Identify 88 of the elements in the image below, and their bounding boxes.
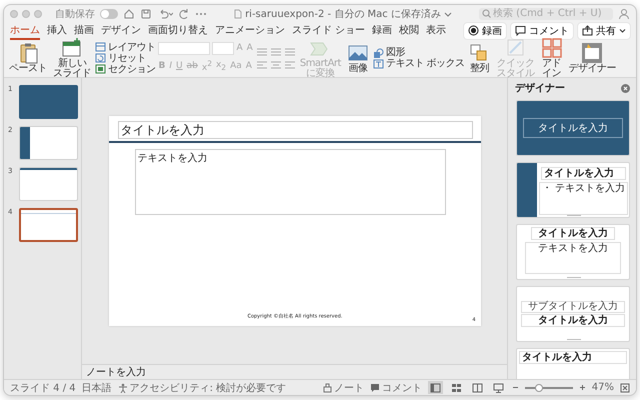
reading-view-button[interactable] [470, 381, 485, 394]
card-title: タイトルを入力 [521, 314, 625, 327]
card-text: テキストを入力 [525, 242, 621, 274]
language-label[interactable]: 日本語 [82, 380, 112, 394]
reset-icon [95, 53, 106, 63]
card-title: タイトルを入力 [523, 118, 623, 138]
comment-icon [370, 382, 380, 392]
layout-button[interactable]: レイアウト [95, 42, 156, 52]
notes-icon [322, 382, 332, 392]
ribbon-tab[interactable]: 描画 [74, 22, 94, 40]
home-icon[interactable] [123, 8, 135, 20]
arrange-button[interactable]: 整列 [466, 42, 493, 74]
ribbon-tab[interactable]: 挿入 [47, 22, 67, 40]
card-title: タイトルを入力 [519, 351, 627, 364]
ribbon-tab[interactable]: 表示 [426, 22, 446, 40]
zoom-in-icon[interactable] [578, 384, 586, 391]
layout-icon [95, 42, 106, 52]
close-icon[interactable] [621, 84, 630, 92]
designer-button[interactable]: デザイナー [566, 42, 618, 74]
chevron-down-icon[interactable] [444, 10, 452, 18]
design-option[interactable]: タイトルを入力 テキストを入力 [516, 224, 630, 280]
picture-button[interactable]: 画像 [344, 42, 371, 74]
shapes-button[interactable]: 図形 [372, 47, 465, 58]
record-button[interactable]: 録画 [464, 22, 506, 38]
search-field[interactable]: 検索 (Cmd + Ctrl + U) [479, 8, 613, 20]
section-icon [95, 64, 106, 74]
slider-thumb[interactable] [535, 384, 544, 392]
ribbon-tab[interactable]: ホーム [10, 22, 40, 40]
design-option[interactable]: タイトルを入力 [516, 348, 630, 379]
text-box-icon [372, 58, 384, 68]
notes-button[interactable]: ノート [322, 380, 364, 394]
title-placeholder[interactable]: タイトルを入力 [118, 121, 472, 139]
pane-title: デザイナー [515, 82, 565, 95]
ribbon-tab[interactable]: デザイン [101, 22, 141, 40]
paste-button[interactable]: ペースト [7, 42, 49, 74]
card-title: タイトルを入力 [531, 227, 615, 240]
slide-icon [61, 37, 83, 59]
person-icon[interactable] [618, 8, 630, 20]
autosave-toggle[interactable] [100, 8, 118, 18]
share-button[interactable]: 共有 [578, 22, 630, 38]
footer-mark [567, 339, 582, 340]
window-title: ri-saruuexpon-2 - 自分の Mac に保存済み [245, 8, 441, 20]
footer-mark [567, 277, 582, 278]
save-icon[interactable] [140, 8, 152, 20]
section-button[interactable]: セクション [95, 64, 156, 74]
add-ins-button[interactable]: アド イン [538, 37, 565, 79]
shapes-icon [372, 48, 384, 58]
text-box-button[interactable]: テキスト ボックス [372, 58, 465, 69]
slide-thumbnail[interactable] [19, 208, 78, 242]
footer-mark [567, 215, 582, 216]
normal-view-button[interactable] [428, 381, 443, 394]
ribbon-tab[interactable]: 校閲 [399, 22, 420, 40]
grid-icon [540, 37, 563, 59]
zoom-button[interactable] [34, 10, 42, 18]
chevron-down-icon [619, 27, 626, 34]
accessibility-icon [118, 382, 128, 392]
slide-show-button[interactable] [490, 381, 506, 394]
search-icon [482, 9, 491, 18]
fit-to-window-icon[interactable] [620, 382, 630, 392]
card-text: ・ テキストを入力 [539, 182, 628, 215]
sidebar-strip [517, 163, 537, 217]
zoom-level: 47% [592, 382, 614, 393]
share-icon [582, 25, 593, 36]
slide-thumbnail[interactable] [19, 85, 78, 119]
notes-field[interactable]: ノートを入力 [82, 364, 507, 379]
slide-counter: スライド 4 / 4 [10, 382, 76, 394]
document-icon [234, 8, 242, 18]
comment-icon [515, 25, 526, 36]
design-option[interactable]: サブタイトルを入力 タイトルを入力 [516, 286, 630, 342]
card-title: タイトルを入力 [541, 167, 626, 180]
ribbon-tab[interactable]: 録画 [372, 22, 392, 40]
zoom-out-icon[interactable] [512, 384, 519, 391]
comments-button[interactable]: コメント [370, 380, 422, 394]
minimize-button[interactable] [22, 10, 30, 18]
card-subtitle: サブタイトルを入力 [521, 301, 625, 313]
designer-icon [581, 42, 604, 64]
ribbon-tab[interactable]: 画面切り替え [148, 22, 208, 40]
ribbon-tab[interactable]: スライド ショー [292, 22, 366, 40]
close-button[interactable] [10, 10, 18, 18]
reset-button[interactable]: リセット [95, 52, 156, 64]
design-option[interactable]: タイトルを入力 ・ テキストを入力 [516, 162, 630, 218]
autosave-label: 自動保存 [55, 8, 95, 20]
accessibility-button[interactable]: アクセシビリティ: 検討が必要です [118, 380, 286, 394]
ribbon-tab[interactable]: アニメーション [215, 22, 285, 40]
comment-button[interactable]: コメント [511, 22, 573, 38]
text-placeholder[interactable]: テキストを入力 [134, 149, 446, 215]
redo-icon[interactable] [178, 8, 190, 20]
record-icon [468, 25, 479, 36]
